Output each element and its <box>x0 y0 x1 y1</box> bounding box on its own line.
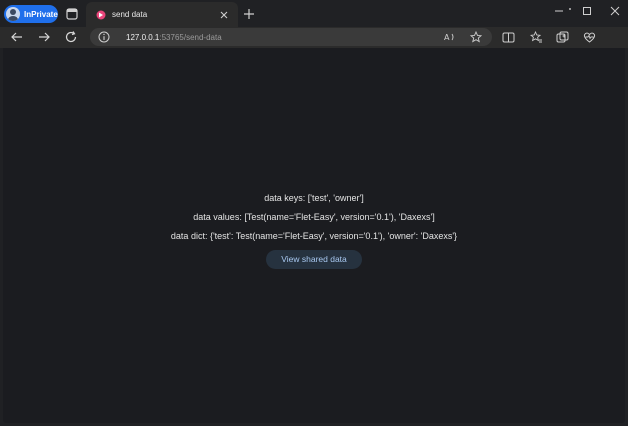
data-keys-text: data keys: ['test', 'owner'] <box>264 192 364 203</box>
url-host: 127.0.0.1 <box>126 32 160 42</box>
tab-title: send data <box>112 10 148 19</box>
favorite-star-icon[interactable] <box>470 31 482 43</box>
url-path: :53765/send-data <box>159 32 222 42</box>
forward-arrow-icon[interactable] <box>37 30 51 44</box>
page-content: data keys: ['test', 'owner'] data values… <box>3 48 625 423</box>
minimize-icon[interactable] <box>550 4 568 18</box>
inprivate-badge[interactable]: InPrivate <box>4 5 58 23</box>
url-text: 127.0.0.1:53765/send-data <box>126 33 222 42</box>
tab-actions-icon[interactable] <box>66 8 78 20</box>
maximize-icon[interactable] <box>578 4 596 18</box>
back-arrow-icon[interactable] <box>10 30 24 44</box>
data-dict-text: data dict: {'test': Test(name='Flet-Easy… <box>170 230 458 241</box>
read-aloud-icon[interactable]: A <box>444 31 456 43</box>
address-bar[interactable]: 127.0.0.1:53765/send-data A <box>90 28 492 46</box>
close-tab-icon[interactable] <box>218 9 230 21</box>
flet-favicon-icon <box>96 10 106 20</box>
favorites-icon[interactable] <box>530 31 543 44</box>
active-tab[interactable]: send data <box>86 2 238 27</box>
info-icon[interactable] <box>98 31 110 43</box>
refresh-icon[interactable] <box>64 30 78 44</box>
new-tab-plus-icon[interactable] <box>243 8 255 20</box>
collections-icon[interactable] <box>556 31 569 44</box>
toolbar: 127.0.0.1:53765/send-data A <box>0 27 628 48</box>
svg-text:A: A <box>444 33 450 42</box>
view-shared-data-button[interactable]: View shared data <box>266 249 362 269</box>
browser-window: InPrivate send data 127.0.0.1:53765/send… <box>0 0 628 426</box>
page-viewport: data keys: ['test', 'owner'] data values… <box>3 48 625 423</box>
split-screen-icon[interactable] <box>502 31 515 44</box>
profile-avatar-icon <box>6 7 20 21</box>
data-values-text: data values: [Test(name='Flet-Easy', ver… <box>193 211 435 222</box>
inprivate-label: InPrivate <box>24 9 58 19</box>
heart-pulse-icon[interactable] <box>583 31 596 44</box>
tab-strip: InPrivate send data <box>0 0 628 27</box>
close-window-icon[interactable] <box>606 4 624 18</box>
